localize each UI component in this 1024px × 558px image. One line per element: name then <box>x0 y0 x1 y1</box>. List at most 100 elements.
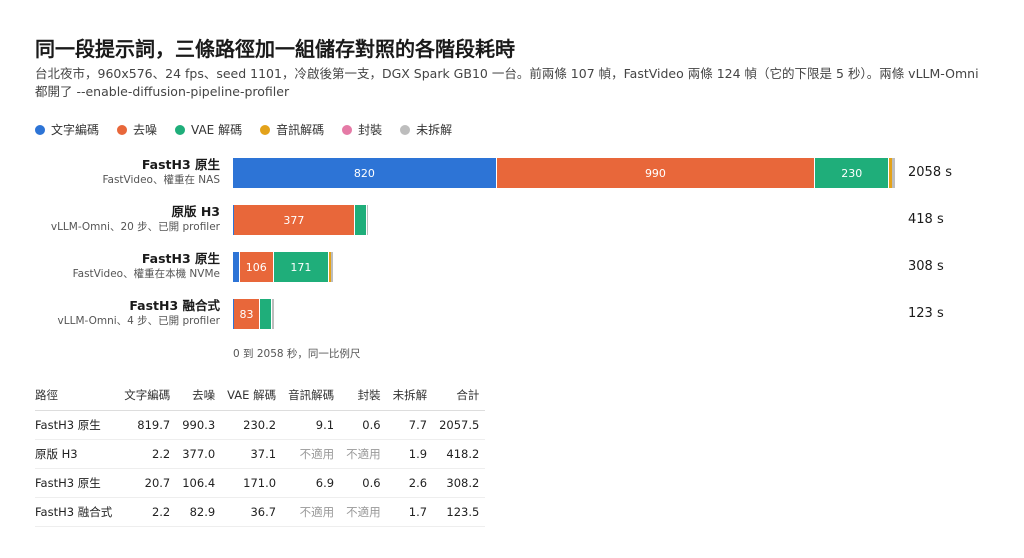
table-cell: 20.7 <box>118 468 177 498</box>
bar-segment-label: 820 <box>353 166 375 180</box>
table-cell: 2.2 <box>118 497 177 527</box>
row-name: 原版 H3 <box>171 204 220 219</box>
row-label: FastH3 原生 FastVideo、權重在本機 NVMe <box>20 250 220 282</box>
bar-segment <box>331 252 333 282</box>
row-total: 418 s <box>908 212 944 227</box>
legend-swatch <box>117 124 128 135</box>
table-header-cell: 封裝 <box>340 386 387 411</box>
table-cell: 377.0 <box>176 439 222 469</box>
bar-row: 原版 H3 vLLM-Omni、20 步、已開 profiler 377 418 s <box>0 203 1024 237</box>
table-cell: 123.5 <box>433 497 486 527</box>
bar-segment <box>260 299 273 329</box>
table-cell: 2.2 <box>118 439 177 469</box>
table-cell: FastH3 融合式 <box>35 497 119 527</box>
table-header-cell: VAE 解碼 <box>221 386 283 411</box>
bar-segment-label: 106 <box>245 260 267 274</box>
bar-segment-label: 83 <box>239 307 254 321</box>
legend-swatch <box>175 124 186 135</box>
table-cell: FastH3 原生 <box>35 468 119 498</box>
legend: 文字編碼 去噪 VAE 解碼 音訊解碼 封裝 未拆解 <box>35 121 452 138</box>
legend-item: 未拆解 <box>400 121 452 138</box>
legend-item: 封裝 <box>342 121 382 138</box>
bar-segment: 83 <box>233 299 261 329</box>
bar-row: FastH3 融合式 vLLM-Omni、4 步、已開 profiler 83 123… <box>0 297 1024 331</box>
legend-label: 音訊解碼 <box>276 123 325 137</box>
table-header-row: 路徑 文字編碼 去噪 VAE 解碼 音訊解碼 封裝 未拆解 合計 <box>35 386 486 411</box>
row-name: FastH3 融合式 <box>129 298 220 313</box>
row-subtitle: FastVideo、權重在 NAS <box>102 174 220 186</box>
bar-segment: 230 <box>815 158 890 188</box>
table-row: FastH3 融合式 2.2 82.9 36.7 不適用 不適用 1.7 123.5 <box>35 497 486 527</box>
table-header-cell: 合計 <box>433 386 486 411</box>
table-cell: 0.6 <box>340 468 387 498</box>
row-total: 123 s <box>908 306 944 321</box>
legend-swatch <box>400 124 411 135</box>
table-row: 原版 H3 2.2 377.0 37.1 不適用 不適用 1.9 418.2 <box>35 439 486 469</box>
table-cell: 1.9 <box>386 439 434 469</box>
legend-swatch <box>342 124 353 135</box>
scale-note: 0 到 2058 秒，同一比例尺 <box>233 348 361 360</box>
row-label: FastH3 融合式 vLLM-Omni、4 步、已開 profiler <box>20 297 220 329</box>
bar-segment <box>272 299 274 329</box>
table-cell: 6.9 <box>282 468 341 498</box>
bar-segment <box>892 158 895 188</box>
legend-item: VAE 解碼 <box>175 121 242 138</box>
legend-swatch <box>35 124 45 135</box>
row-subtitle: vLLM-Omni、20 步、已開 profiler <box>50 221 220 233</box>
bar-row: FastH3 原生 FastVideo、權重在 NAS 820 990 230 2058 … <box>0 156 1024 190</box>
data-table: 路徑 文字編碼 去噪 VAE 解碼 音訊解碼 封裝 未拆解 合計 FastH3 原生 819.7… <box>35 386 486 527</box>
table-row: FastH3 原生 20.7 106.4 171.0 6.9 0.6 2.6 308.2 <box>35 468 486 498</box>
table-body: FastH3 原生 819.7 990.3 230.2 9.1 0.6 7.7 2057.5 原… <box>35 410 486 527</box>
table-cell: 7.7 <box>386 410 434 440</box>
table-cell: 171.0 <box>221 468 283 498</box>
table-cell: 不適用 <box>340 439 387 469</box>
bar-segment <box>366 205 369 235</box>
row-label: 原版 H3 vLLM-Omni、20 步、已開 profiler <box>20 203 220 235</box>
row-name: FastH3 原生 <box>141 251 220 266</box>
row-subtitle: FastVideo、權重在本機 NVMe <box>72 268 220 280</box>
chart-page: 同一段提示詞，三條路徑加一組儲存對照的各階段耗時 台北夜市，960x576、24… <box>0 0 1024 558</box>
table-header-cell: 未拆解 <box>386 386 434 411</box>
bar-segment: 820 <box>233 158 497 188</box>
table-cell: 不適用 <box>282 439 341 469</box>
legend-item: 文字編碼 <box>35 121 99 138</box>
legend-item: 去噪 <box>117 121 157 138</box>
table-row: FastH3 原生 819.7 990.3 230.2 9.1 0.6 7.7 2057.5 <box>35 410 486 440</box>
bar-segment: 171 <box>273 252 329 282</box>
legend-swatch <box>260 124 271 135</box>
bar-segment: 990 <box>496 158 816 188</box>
table-cell: 418.2 <box>433 439 486 469</box>
legend-label: 去噪 <box>133 123 158 137</box>
row-subtitle: vLLM-Omni、4 步、已開 profiler <box>57 315 220 327</box>
bar-segment <box>354 205 367 235</box>
table-cell: 0.6 <box>340 410 387 440</box>
bar-segment <box>233 252 240 282</box>
table-cell: 230.2 <box>221 410 283 440</box>
legend-label: 文字編碼 <box>51 123 100 137</box>
table-cell: 36.7 <box>221 497 283 527</box>
bar-track: 820 990 230 <box>233 158 895 188</box>
legend-label: 封裝 <box>358 123 383 137</box>
bar-segment-label: 990 <box>644 166 666 180</box>
chart-subtitle: 台北夜市，960x576、24 fps、seed 1101，冷啟後第一支，DGX… <box>35 66 979 99</box>
table-cell: 原版 H3 <box>35 439 119 469</box>
table-cell: 不適用 <box>282 497 341 527</box>
table-cell: 990.3 <box>176 410 222 440</box>
legend-item: 音訊解碼 <box>260 121 324 138</box>
table-cell: 82.9 <box>176 497 222 527</box>
bar-track: 106 171 <box>233 252 895 282</box>
table-cell: FastH3 原生 <box>35 410 119 440</box>
table-cell: 2057.5 <box>433 410 486 440</box>
table-header-cell: 文字編碼 <box>118 386 177 411</box>
table-cell: 9.1 <box>282 410 341 440</box>
table-cell: 1.7 <box>386 497 434 527</box>
bar-segment-label: 171 <box>290 260 312 274</box>
table-header-cell: 路徑 <box>35 386 119 411</box>
bar-segment: 377 <box>233 205 355 235</box>
table-header-cell: 音訊解碼 <box>282 386 341 411</box>
bar-track: 377 <box>233 205 895 235</box>
table-cell: 37.1 <box>221 439 283 469</box>
table-cell: 不適用 <box>340 497 387 527</box>
row-total: 2058 s <box>908 165 952 180</box>
row-label: FastH3 原生 FastVideo、權重在 NAS <box>20 156 220 188</box>
